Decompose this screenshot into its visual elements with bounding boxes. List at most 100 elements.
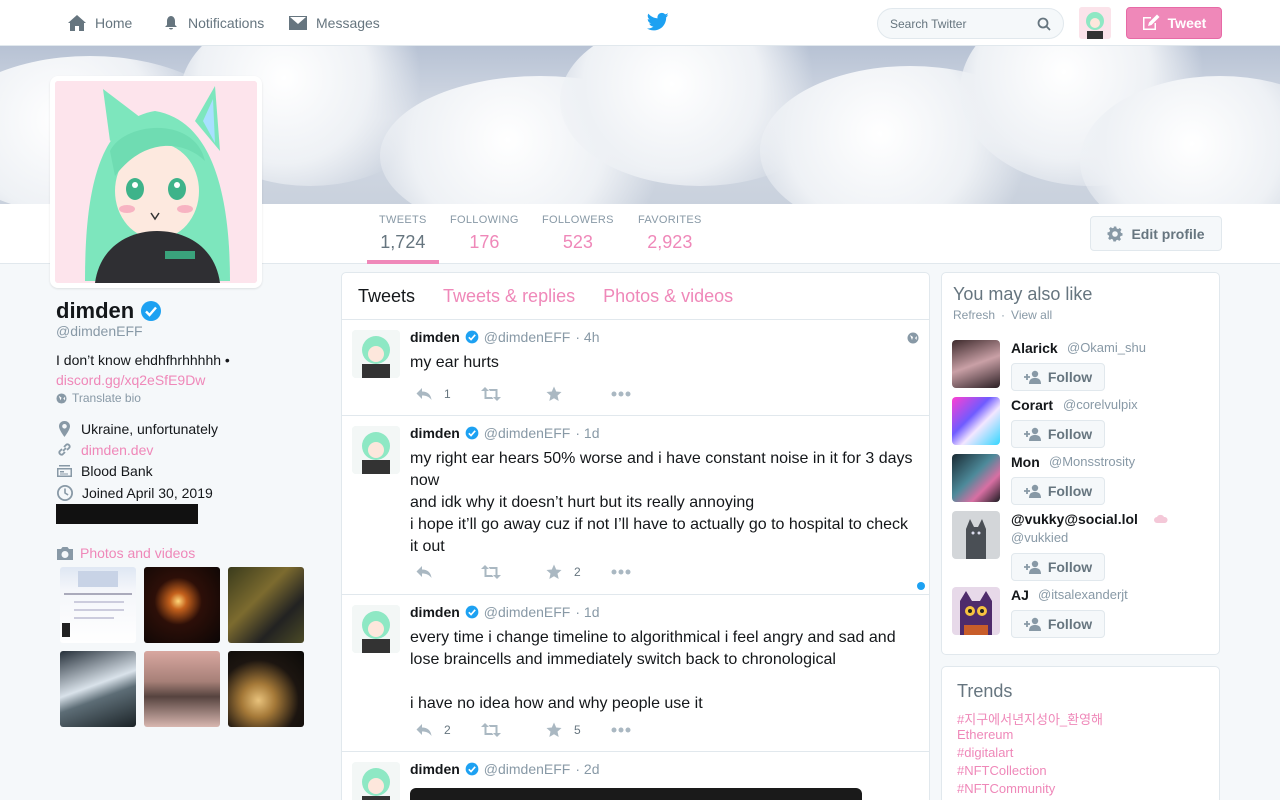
media-thumbnail[interactable] [228, 651, 304, 727]
tweet-avatar[interactable] [352, 605, 400, 653]
nav-notifications[interactable]: Notifications [162, 0, 264, 46]
tweet-timestamp[interactable]: · 1d [575, 604, 599, 620]
link-separator: · [1001, 308, 1006, 322]
suggestion-avatar[interactable] [952, 397, 1000, 445]
nav-messages[interactable]: Messages [288, 0, 380, 46]
stat-following[interactable]: FOLLOWING 176 [450, 214, 519, 253]
media-thumbnail[interactable] [144, 567, 220, 643]
suggestion-avatar[interactable] [952, 454, 1000, 502]
retweet-button[interactable] [481, 723, 546, 737]
media-thumbnail[interactable] [228, 567, 304, 643]
suggestion-handle[interactable]: @corelvulpix [1063, 397, 1138, 412]
home-icon [68, 15, 86, 31]
twitter-bird-icon[interactable] [647, 12, 669, 32]
tweet-author-handle[interactable]: @dimdenEFF [484, 425, 571, 441]
media-thumbnail[interactable] [60, 567, 136, 643]
tweet-avatar[interactable] [352, 426, 400, 474]
search-input[interactable]: Search Twitter [877, 8, 1064, 39]
tab-tweets[interactable]: Tweets [358, 286, 415, 307]
follow-button[interactable]: Follow [1011, 420, 1105, 448]
tweet-media[interactable] [410, 788, 862, 800]
edit-profile-label: Edit profile [1131, 225, 1205, 242]
suggestion-handle[interactable]: @Okami_shu [1067, 340, 1146, 355]
tweet-author-name[interactable]: dimden [410, 425, 460, 441]
suggestion-handle[interactable]: @vukkied [1011, 530, 1068, 545]
stat-favorites[interactable]: FAVORITES 2,923 [638, 214, 702, 253]
trend-item[interactable]: Ethereum [957, 727, 1013, 742]
media-thumbnail[interactable] [60, 651, 136, 727]
search-icon[interactable] [1037, 17, 1051, 31]
tweet-author-name[interactable]: dimden [410, 604, 460, 620]
trend-item[interactable]: #NFTCommunity [957, 781, 1055, 796]
reply-button[interactable]: 2 [416, 723, 481, 737]
tweet-author-handle[interactable]: @dimdenEFF [484, 761, 571, 777]
stat-followers-value: 523 [562, 232, 593, 252]
more-button[interactable] [611, 569, 676, 575]
tweet[interactable]: dimden @dimdenEFF · 1d every time i chan… [342, 595, 929, 752]
follow-button[interactable]: Follow [1011, 477, 1105, 505]
stat-followers[interactable]: FOLLOWERS 523 [542, 214, 614, 253]
suggestion-name[interactable]: Corart [1011, 397, 1053, 413]
tweet-author-name[interactable]: dimden [410, 329, 460, 345]
photos-and-videos-link[interactable]: Photos and videos [56, 545, 195, 561]
edit-profile-button[interactable]: Edit profile [1090, 216, 1222, 251]
view-all-link[interactable]: View all [1011, 308, 1052, 322]
suggestion-avatar[interactable] [952, 511, 1000, 559]
stat-tweets[interactable]: TWEETS 1,724 [379, 214, 427, 253]
refresh-link[interactable]: Refresh [953, 308, 995, 322]
blood-bank-row: Blood Bank [56, 462, 153, 479]
follow-button[interactable]: Follow [1011, 610, 1105, 638]
nav-home[interactable]: Home [67, 0, 132, 46]
trend-item[interactable]: #NFTCollection [957, 763, 1047, 778]
tweet-author-name[interactable]: dimden [410, 761, 460, 777]
suggestion-name[interactable]: Mon [1011, 454, 1040, 470]
suggestion-avatar[interactable] [952, 587, 1000, 635]
like-button[interactable]: 2 [546, 564, 611, 580]
suggestion-name[interactable]: AJ [1011, 587, 1029, 603]
more-button[interactable] [611, 727, 676, 733]
retweet-button[interactable] [481, 387, 546, 401]
tweet-timestamp[interactable]: · 4h [575, 329, 599, 345]
suggestion-name[interactable]: @vukky@social.lol [1011, 511, 1138, 527]
follow-button[interactable]: Follow [1011, 553, 1105, 581]
tweet-author-handle[interactable]: @dimdenEFF [484, 329, 571, 345]
retweet-icon [481, 387, 501, 401]
tweet-timestamp[interactable]: · 2d [575, 761, 599, 777]
profile-avatar[interactable] [50, 76, 262, 288]
trend-item[interactable]: #지구에서년지성아_환영해 [957, 709, 1103, 728]
follow-button[interactable]: Follow [1011, 363, 1105, 391]
compose-icon [1142, 14, 1160, 30]
stat-following-value: 176 [469, 232, 500, 252]
follow-label: Follow [1047, 483, 1093, 499]
stat-favorites-label: FAVORITES [638, 214, 702, 226]
translate-bio[interactable]: Translate bio [56, 391, 141, 405]
tweet[interactable]: dimden @dimdenEFF · 4h my ear hurts 1 [342, 320, 929, 416]
tweet-avatar[interactable] [352, 762, 400, 800]
suggestion-handle[interactable]: @Monsstrosity [1049, 454, 1135, 469]
tab-photos-and-videos[interactable]: Photos & videos [603, 286, 733, 307]
follow-icon [1023, 617, 1041, 631]
tweet-author-handle[interactable]: @dimdenEFF [484, 604, 571, 620]
tab-tweets-and-replies[interactable]: Tweets & replies [443, 286, 575, 307]
tweet-timestamp[interactable]: · 1d [575, 425, 599, 441]
like-button[interactable]: 5 [546, 722, 611, 738]
bio-discord-link[interactable]: discord.gg/xq2eSfE9Dw [56, 372, 205, 388]
website-link[interactable]: dimden.dev [81, 442, 153, 458]
like-button[interactable] [546, 386, 611, 402]
retweet-button[interactable] [481, 565, 546, 579]
compose-tweet-button[interactable]: Tweet [1126, 7, 1222, 39]
tweet[interactable]: dimden @dimdenEFF · 2d [342, 752, 929, 800]
media-thumbnail[interactable] [144, 651, 220, 727]
tweet-actions: 2 5 [416, 722, 676, 738]
reply-button[interactable] [416, 565, 481, 579]
suggestion-avatar[interactable] [952, 340, 1000, 388]
account-avatar[interactable] [1079, 7, 1111, 39]
more-button[interactable] [611, 391, 676, 397]
trend-item[interactable]: #digitalart [957, 745, 1013, 760]
suggestion-handle[interactable]: @itsalexanderjt [1038, 587, 1128, 602]
suggestion-name[interactable]: Alarick [1011, 340, 1058, 356]
tweet[interactable]: dimden @dimdenEFF · 1d my right ear hear… [342, 416, 929, 595]
reply-button[interactable]: 1 [416, 387, 481, 401]
search-placeholder: Search Twitter [890, 16, 967, 31]
tweet-avatar[interactable] [352, 330, 400, 378]
